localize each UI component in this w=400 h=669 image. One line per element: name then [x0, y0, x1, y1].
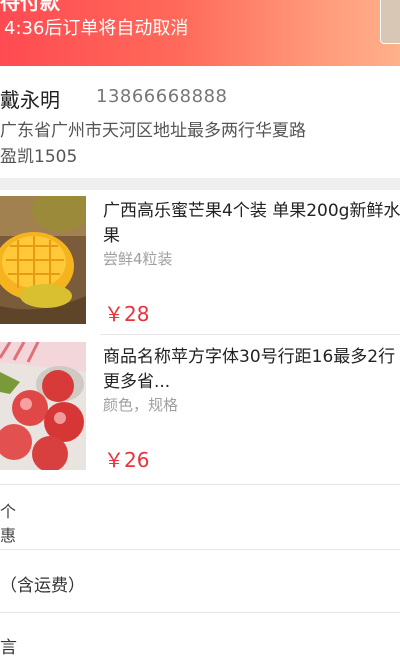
product-item[interactable]: 广西高乐蜜芒果4个装 单果200g新鲜水果 尝鲜4粒装 ￥28: [0, 196, 400, 336]
buyer-message-label[interactable]: 言: [0, 633, 17, 658]
order-countdown: 4:36后订单将自动取消: [4, 18, 189, 39]
product-name: 商品名称苹方字体30号行距16最多2行更多省...: [103, 347, 396, 392]
section-divider: [0, 484, 400, 485]
order-status-banner: 待付款 4:36后订单将自动取消: [0, 0, 400, 66]
total-label: （含运费）: [0, 576, 85, 596]
apple-image: [0, 342, 86, 470]
product-price: ￥28: [104, 302, 150, 326]
product-name: 广西高乐蜜芒果4个装 单果200g新鲜水果: [103, 201, 400, 246]
address-line-2: 盈凯1505: [0, 147, 78, 167]
section-divider: [0, 612, 400, 613]
section-divider: [0, 178, 400, 190]
product-price: ￥26: [104, 448, 150, 472]
recipient-phone: 13866668888: [96, 86, 228, 107]
shipping-address[interactable]: 戴永明 13866668888 广东省广州市天河区地址最多两行华夏路 盈凯150…: [0, 78, 400, 178]
section-divider: [0, 549, 400, 550]
address-line-1: 广东省广州市天河区地址最多两行华夏路: [0, 121, 306, 141]
product-spec: 尝鲜4粒装: [103, 250, 173, 268]
recipient-name: 戴永明: [0, 88, 60, 112]
discount-label: 惠: [0, 526, 17, 545]
item-divider: [100, 334, 400, 335]
order-status-title: 待付款: [0, 0, 60, 14]
banner-spacer: [0, 66, 400, 78]
mango-image: [0, 196, 86, 324]
item-count-label: 个: [0, 502, 17, 521]
banner-action-button[interactable]: [380, 0, 400, 44]
product-item[interactable]: 商品名称苹方字体30号行距16最多2行更多省... 颜色，规格 ￥26: [0, 342, 400, 482]
product-spec: 颜色，规格: [103, 396, 179, 414]
